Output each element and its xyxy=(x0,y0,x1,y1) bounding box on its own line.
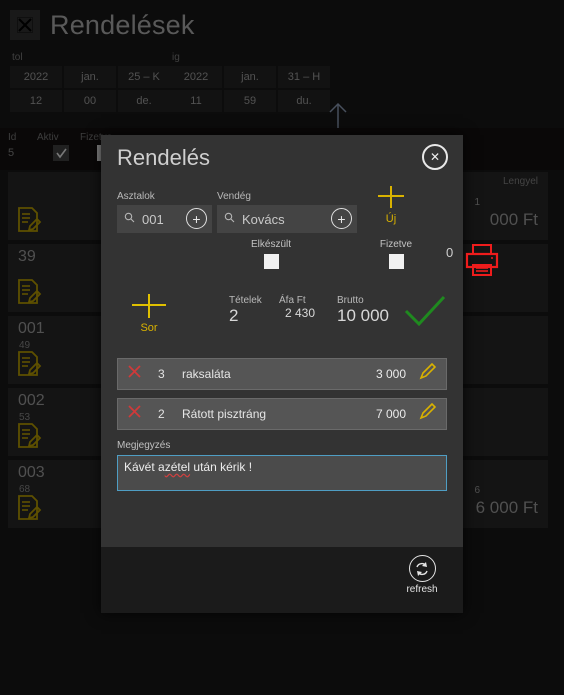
item-price: 3 000 xyxy=(375,367,406,381)
print-count: 0 xyxy=(446,245,454,260)
vendeg-label: Vendég xyxy=(217,191,251,202)
summary-gross: Brutto 10 000 xyxy=(337,295,389,326)
app-root: Rendelések tol 2022 jan. 25 – K 12 00 de… xyxy=(0,0,564,695)
elkeszult-label: Elkészült xyxy=(250,239,291,250)
note-textarea[interactable]: Kávét azétel után kérik ! xyxy=(117,455,447,491)
x-icon[interactable] xyxy=(127,364,142,384)
search-icon xyxy=(124,210,135,228)
x-icon[interactable] xyxy=(127,404,142,424)
summary-gross-value: 10 000 xyxy=(337,306,389,325)
dialog-header: Rendelés ✕ xyxy=(101,135,463,181)
fizetve-checkbox[interactable] xyxy=(388,254,404,269)
note-text-misspelled: zétel xyxy=(164,460,191,474)
summary-vat-label: Áfa Ft xyxy=(279,295,306,306)
add-row-label: Sor xyxy=(140,322,158,334)
summary-gross-label: Brutto xyxy=(337,295,364,306)
pencil-icon[interactable] xyxy=(419,402,437,425)
asztalok-field: Asztalok 001 + xyxy=(117,191,212,233)
item-qty: 3 xyxy=(158,367,165,381)
note-text-a: Kávét a xyxy=(124,460,165,474)
vendeg-input[interactable]: Kovács + xyxy=(217,205,357,233)
summary-items-value: 2 xyxy=(229,306,239,325)
summary-items-label: Tételek xyxy=(229,295,262,306)
plus-circle-icon[interactable]: + xyxy=(331,208,352,229)
new-order-button[interactable]: Új xyxy=(366,185,416,225)
elkeszult-checkbox[interactable] xyxy=(263,254,279,269)
fizetve-group: Fizetve xyxy=(366,239,426,269)
add-row-button[interactable]: Sor xyxy=(119,293,179,334)
item-qty: 2 xyxy=(158,407,165,421)
note-text-c: után kérik ! xyxy=(190,460,253,474)
search-icon xyxy=(224,210,235,228)
pencil-icon[interactable] xyxy=(419,362,437,385)
fizetve-label: Fizetve xyxy=(379,239,413,250)
vendeg-field: Vendég Kovács + xyxy=(217,191,357,233)
plus-circle-icon[interactable]: + xyxy=(186,208,207,229)
refresh-button[interactable]: refresh xyxy=(399,555,445,595)
dialog-footer: refresh xyxy=(101,547,463,613)
table-row[interactable]: 3 raksaláta 3 000 xyxy=(117,358,447,390)
dialog-title: Rendelés xyxy=(117,145,210,170)
check-icon[interactable] xyxy=(403,295,447,334)
order-items-list: 3 raksaláta 3 000 2 Rátott pisztráng 7 0… xyxy=(117,358,447,438)
order-dialog: Rendelés ✕ Asztalok 001 + Vendég Kovács xyxy=(101,135,499,613)
asztalok-label: Asztalok xyxy=(117,191,155,202)
item-price: 7 000 xyxy=(375,407,406,421)
printer-icon[interactable] xyxy=(463,243,501,282)
asztalok-value: 001 xyxy=(142,211,164,227)
item-name: Rátott pisztráng xyxy=(182,407,267,421)
vendeg-value: Kovács xyxy=(242,211,285,227)
elkeszult-group: Elkészült xyxy=(241,239,301,269)
asztalok-input[interactable]: 001 + xyxy=(117,205,212,233)
table-row[interactable]: 2 Rátott pisztráng 7 000 xyxy=(117,398,447,430)
close-icon[interactable]: ✕ xyxy=(422,144,448,170)
summary-vat-value: 2 430 xyxy=(285,306,316,320)
summary-items: Tételek 2 xyxy=(229,295,262,326)
summary-vat: Áfa Ft 2 430 xyxy=(279,295,315,320)
note-label: Megjegyzés xyxy=(117,440,171,451)
refresh-label: refresh xyxy=(406,584,438,595)
refresh-icon xyxy=(408,555,436,582)
item-name: raksaláta xyxy=(182,367,231,381)
